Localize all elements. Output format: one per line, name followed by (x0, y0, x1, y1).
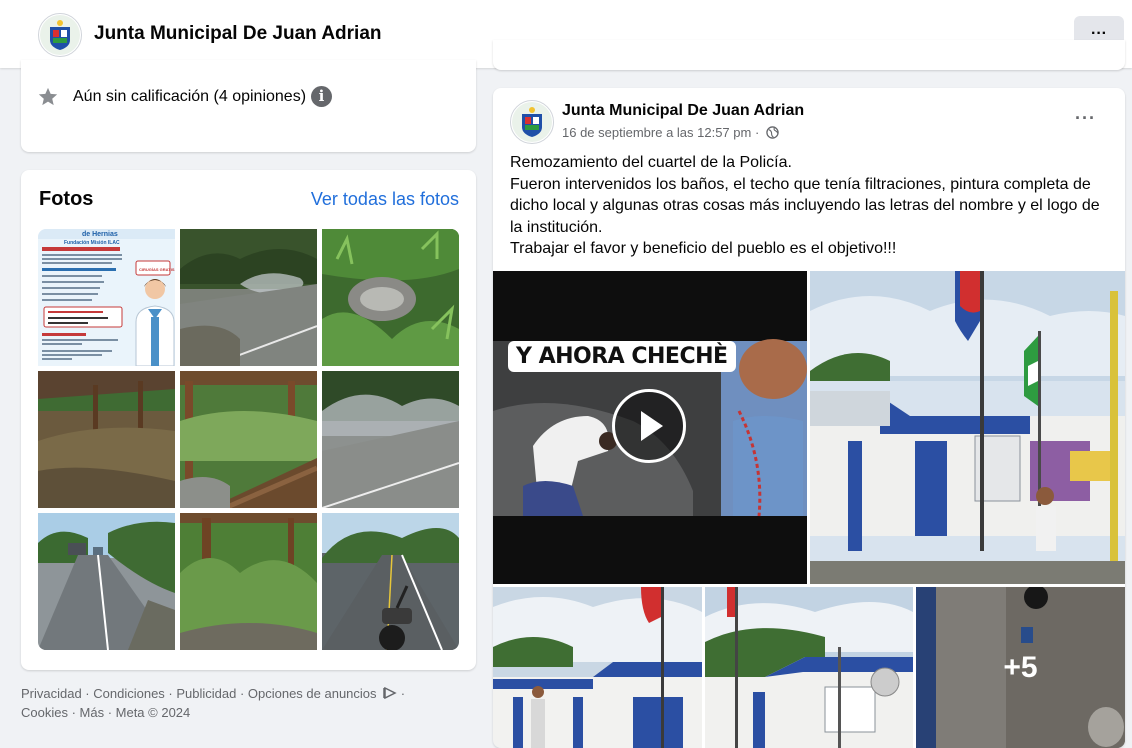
police-station-image (810, 271, 1125, 584)
see-all-photos-link[interactable]: Ver todas las fotos (311, 189, 459, 210)
weeds-image (322, 229, 459, 366)
station-side-image (705, 587, 913, 748)
photo-thumbnail[interactable]: de Hernias Fundación Misión ILAC CIRUGÍA… (38, 229, 175, 366)
road-smoke-image (322, 371, 459, 508)
municipal-seal-icon (512, 102, 552, 142)
photos-card: Fotos Ver todas las fotos de Hernias Fun… (21, 170, 476, 670)
page-title[interactable]: Junta Municipal De Juan Adrian (94, 23, 382, 45)
photo-thumbnail[interactable] (322, 513, 459, 650)
footer-links-line2[interactable]: Cookies · Más · Meta © 2024 (21, 705, 190, 720)
ad-choices-icon[interactable] (383, 686, 397, 700)
post-meta: 16 de septiembre a las 12:57 pm · (562, 125, 779, 140)
flyer-subheading: Fundación Misión ILAC (64, 240, 120, 246)
post-card: Junta Municipal De Juan Adrian 16 de sep… (493, 88, 1125, 748)
footer-links-line1-end: · (397, 686, 406, 701)
flyer-badge: CIRUGÍAS GRATIS (139, 267, 175, 272)
post-meta-separator: · (751, 125, 763, 140)
info-icon[interactable]: i (311, 86, 332, 107)
photo-thumbnail[interactable] (180, 229, 317, 366)
road-trucks-image (38, 513, 175, 650)
footer-links-line1[interactable]: Privacidad · Condiciones · Publicidad · … (21, 686, 377, 701)
play-icon (641, 411, 663, 441)
post-options-button[interactable]: ··· (1075, 108, 1096, 129)
roadside-burning-image (180, 229, 317, 366)
photo-thumbnail[interactable] (38, 371, 175, 508)
shelter-bench-image (180, 371, 317, 508)
hernia-flyer-image: de Hernias Fundación Misión ILAC CIRUGÍA… (38, 229, 175, 366)
photo-thumbnail[interactable] (322, 371, 459, 508)
road-motorcycle-image (322, 513, 459, 650)
photo-thumbnail[interactable] (180, 371, 317, 508)
post-text-line: Fueron intervenidos los baños, el techo … (510, 175, 1100, 236)
photos-title: Fotos (39, 188, 94, 210)
post-photo[interactable] (810, 271, 1125, 584)
post-video[interactable]: Y AHORA CHECHÈ (493, 271, 807, 584)
flyer-heading: de Hernias (82, 231, 118, 238)
post-author-avatar[interactable] (510, 100, 554, 144)
previous-post-card (493, 40, 1125, 70)
post-photo[interactable] (493, 587, 702, 748)
star-icon (38, 87, 58, 106)
post-text: Remozamiento del cuartel de la Policía. … (510, 152, 1110, 260)
post-photo[interactable] (705, 587, 913, 748)
rating-card: Aún sin calificación (4 opiniones) i (21, 60, 476, 152)
photo-grid: de Hernias Fundación Misión ILAC CIRUGÍA… (38, 229, 459, 650)
globe-icon[interactable] (766, 126, 779, 139)
photo-thumbnail[interactable] (38, 513, 175, 650)
video-caption: Y AHORA CHECHÈ (508, 341, 736, 372)
post-photo-more[interactable]: +5 (916, 587, 1125, 748)
play-button[interactable] (612, 389, 686, 463)
municipal-seal-icon (40, 15, 80, 55)
photo-thumbnail[interactable] (180, 513, 317, 650)
shelter-image (38, 371, 175, 508)
post-timestamp[interactable]: 16 de septiembre a las 12:57 pm (562, 125, 751, 140)
page-avatar[interactable] (38, 13, 82, 57)
footer-links: Privacidad · Condiciones · Publicidad · … (21, 684, 451, 722)
post-text-line: Trabajar el favor y beneficio del pueblo… (510, 240, 897, 257)
more-photos-count: +5 (916, 587, 1125, 748)
post-author-name[interactable]: Junta Municipal De Juan Adrian (562, 102, 804, 120)
overgrown-post-image (180, 513, 317, 650)
rating-text: Aún sin calificación (4 opiniones) (73, 88, 307, 105)
post-text-line: Remozamiento del cuartel de la Policía. (510, 154, 792, 171)
station-facade-image (493, 587, 702, 748)
photo-thumbnail[interactable] (322, 229, 459, 366)
